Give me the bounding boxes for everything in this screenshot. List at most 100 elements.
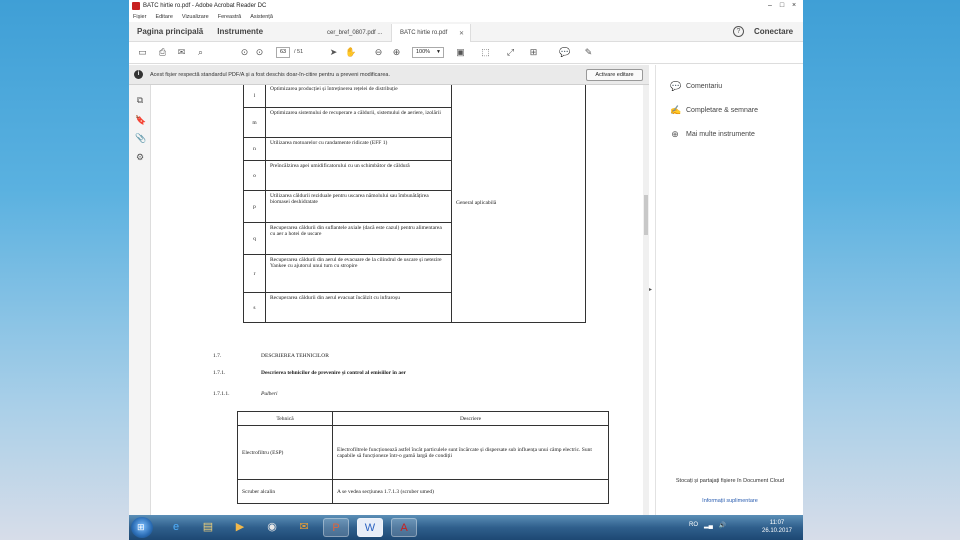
ie-icon[interactable]: e xyxy=(163,518,189,537)
page-number-input[interactable]: 63 xyxy=(276,47,290,58)
media-icon[interactable]: ▶ xyxy=(227,518,253,537)
email-icon[interactable]: ✉ xyxy=(176,47,187,58)
enable-editing-button[interactable]: Activare editare xyxy=(586,69,643,81)
table-cell-letter: o xyxy=(243,160,266,191)
taskbar: ⊞ e ▤ ▶ ◉ ✉ P W A RO ▂▄ 🔊 11:07 26.10.20… xyxy=(129,515,803,540)
chrome-icon[interactable]: ◉ xyxy=(259,518,285,537)
window-title: BATC hirtie ro.pdf - Adobe Acrobat Reade… xyxy=(143,3,267,9)
start-button[interactable]: ⊞ xyxy=(131,517,153,538)
save-icon[interactable]: ▭ xyxy=(137,47,148,58)
document-cloud-promo: Stocați și partajați fișiere în Document… xyxy=(675,478,785,484)
section-number: 1.7. xyxy=(213,353,222,359)
comment-tool-icon[interactable]: 💬 xyxy=(559,47,570,58)
table-row: Electrofiltru (ESP) Electrofiltrele func… xyxy=(237,425,609,480)
dust-techniques-table: Tehnică Descriere Electrofiltru (ESP) El… xyxy=(237,411,609,504)
table-cell-letter: r xyxy=(243,254,266,293)
close-button[interactable]: × xyxy=(789,1,799,10)
toolbar: ▭ ⎙ ✉ ⌕ ⊙ ⊙ 63 / 51 ➤ ✋ ⊖ ⊕ 100% ▼ ▣ ⬚ ⤢… xyxy=(129,42,803,64)
tab-document-label: cer_bref_0807.pdf ... xyxy=(327,30,383,36)
outlook-icon[interactable]: ✉ xyxy=(291,518,317,537)
bookmark-icon[interactable]: 🔖 xyxy=(135,115,146,125)
zoom-value: 100% xyxy=(416,49,431,55)
zoom-select[interactable]: 100% ▼ xyxy=(412,47,444,58)
tool-fill-sign[interactable]: ✍ Completare & semnare xyxy=(670,104,758,116)
full-screen-icon[interactable]: ⤢ xyxy=(505,47,516,58)
sign-in-button[interactable]: Conectare xyxy=(754,27,793,36)
chevron-down-icon: ▼ xyxy=(436,49,441,55)
tool-more-tools[interactable]: ⊕ Mai multe instrumente xyxy=(670,128,755,140)
word-icon[interactable]: W xyxy=(357,518,383,537)
print-icon[interactable]: ⎙ xyxy=(157,47,168,58)
help-icon[interactable]: ? xyxy=(733,26,744,37)
next-page-icon[interactable]: ⊙ xyxy=(254,47,265,58)
clock-date: 26.10.2017 xyxy=(761,528,793,534)
subsection-number: 1.7.1. xyxy=(213,370,226,376)
attachment-icon[interactable]: 📎 xyxy=(135,133,146,143)
menu-help[interactable]: Asistență xyxy=(250,14,273,20)
volume-icon[interactable]: 🔊 xyxy=(719,522,726,529)
table-cell-letter: l xyxy=(243,85,266,108)
more-tools-icon: ⊕ xyxy=(671,129,679,139)
table-cell-technique: Recuperarea căldurii din suflantele axia… xyxy=(265,222,452,255)
clock[interactable]: 11:07 26.10.2017 xyxy=(759,519,795,535)
page-thumbnails-icon[interactable]: ⧉ xyxy=(135,95,145,105)
pen-tool-icon[interactable]: ✎ xyxy=(583,47,594,58)
acrobat-icon[interactable]: A xyxy=(391,518,417,537)
close-tab-icon[interactable]: ✕ xyxy=(459,30,464,37)
info-icon: i xyxy=(134,70,143,79)
tool-label: Mai multe instrumente xyxy=(686,130,755,138)
zoom-in-icon[interactable]: ⊕ xyxy=(391,47,402,58)
tab-home[interactable]: Pagina principală xyxy=(137,27,203,36)
tab-document-cer-bref[interactable]: cer_bref_0807.pdf ... xyxy=(319,24,399,42)
tool-comment[interactable]: 💬 Comentariu xyxy=(670,80,722,92)
column-header-description: Descriere xyxy=(332,411,609,426)
table-cell-letter: m xyxy=(243,107,266,138)
section-heading: 1.7. xyxy=(213,353,221,359)
hand-tool-icon[interactable]: ✋ xyxy=(345,47,356,58)
select-cursor-icon[interactable]: ➤ xyxy=(328,47,339,58)
fit-page-icon[interactable]: ▣ xyxy=(455,47,466,58)
menu-view[interactable]: Vizualizare xyxy=(182,14,209,20)
table-header-row: Tehnică Descriere xyxy=(237,411,609,426)
windows-logo-icon: ⊞ xyxy=(137,522,145,532)
minimize-button[interactable]: – xyxy=(765,1,775,10)
techniques-table: l Optimizarea producției și întreținerea… xyxy=(243,85,586,323)
tab-document-batc[interactable]: BATC hirtie ro.pdf ✕ xyxy=(391,24,471,42)
collapse-right-pane-icon[interactable]: ▸ xyxy=(649,286,652,293)
vertical-scrollbar[interactable] xyxy=(643,85,649,515)
scroll-mode-icon[interactable]: ⬚ xyxy=(480,47,491,58)
acrobat-app-icon xyxy=(132,2,140,10)
tools-pane: 💬 Comentariu ✍ Completare & semnare ⊕ Ma… xyxy=(655,65,803,515)
document-view: l Optimizarea producției și întreținerea… xyxy=(151,85,649,515)
acrobat-window: BATC hirtie ro.pdf - Adobe Acrobat Reade… xyxy=(129,0,803,540)
search-icon[interactable]: ⌕ xyxy=(195,47,206,58)
menu-edit[interactable]: Editare xyxy=(155,14,172,20)
table-cell-description: Electrofiltrele funcționează astfel încâ… xyxy=(332,425,609,480)
table-cell-letter: s xyxy=(243,292,266,323)
maximize-button[interactable]: □ xyxy=(777,1,787,10)
notification-message: Acest fișier respectă standardul PDF/A ș… xyxy=(150,72,390,78)
tab-tools[interactable]: Instrumente xyxy=(217,27,263,36)
previous-page-icon[interactable]: ⊙ xyxy=(239,47,250,58)
read-mode-icon[interactable]: ⊞ xyxy=(528,47,539,58)
table-cell-technique: Scruber alcalin xyxy=(237,479,333,504)
learn-more-link[interactable]: Informații suplimentare xyxy=(664,498,796,504)
table-cell-technique: Preîncălzirea apei umidificatorului cu u… xyxy=(265,160,452,191)
powerpoint-icon[interactable]: P xyxy=(323,518,349,537)
zoom-out-icon[interactable]: ⊖ xyxy=(373,47,384,58)
explorer-icon[interactable]: ▤ xyxy=(195,518,221,537)
language-indicator[interactable]: RO xyxy=(689,522,698,529)
tab-document-label: BATC hirtie ro.pdf xyxy=(400,30,448,36)
accessibility-icon[interactable]: ⚙ xyxy=(135,152,145,162)
menu-file[interactable]: Fișier xyxy=(133,14,146,20)
table-cell-letter: n xyxy=(243,137,266,161)
table-row: l Optimizarea producției și întreținerea… xyxy=(243,85,586,323)
menu-window[interactable]: Fereastră xyxy=(218,14,242,20)
section-title: DESCRIEREA TEHNICILOR xyxy=(261,353,329,359)
network-icon[interactable]: ▂▄ xyxy=(704,522,713,529)
system-tray: RO ▂▄ 🔊 xyxy=(689,522,726,529)
tool-label: Completare & semnare xyxy=(686,106,758,114)
scrollbar-thumb[interactable] xyxy=(644,195,648,235)
menu-bar: Fișier Editare Vizualizare Fereastră Asi… xyxy=(129,12,803,22)
table-cell-applicability: General aplicabilă xyxy=(451,85,586,323)
